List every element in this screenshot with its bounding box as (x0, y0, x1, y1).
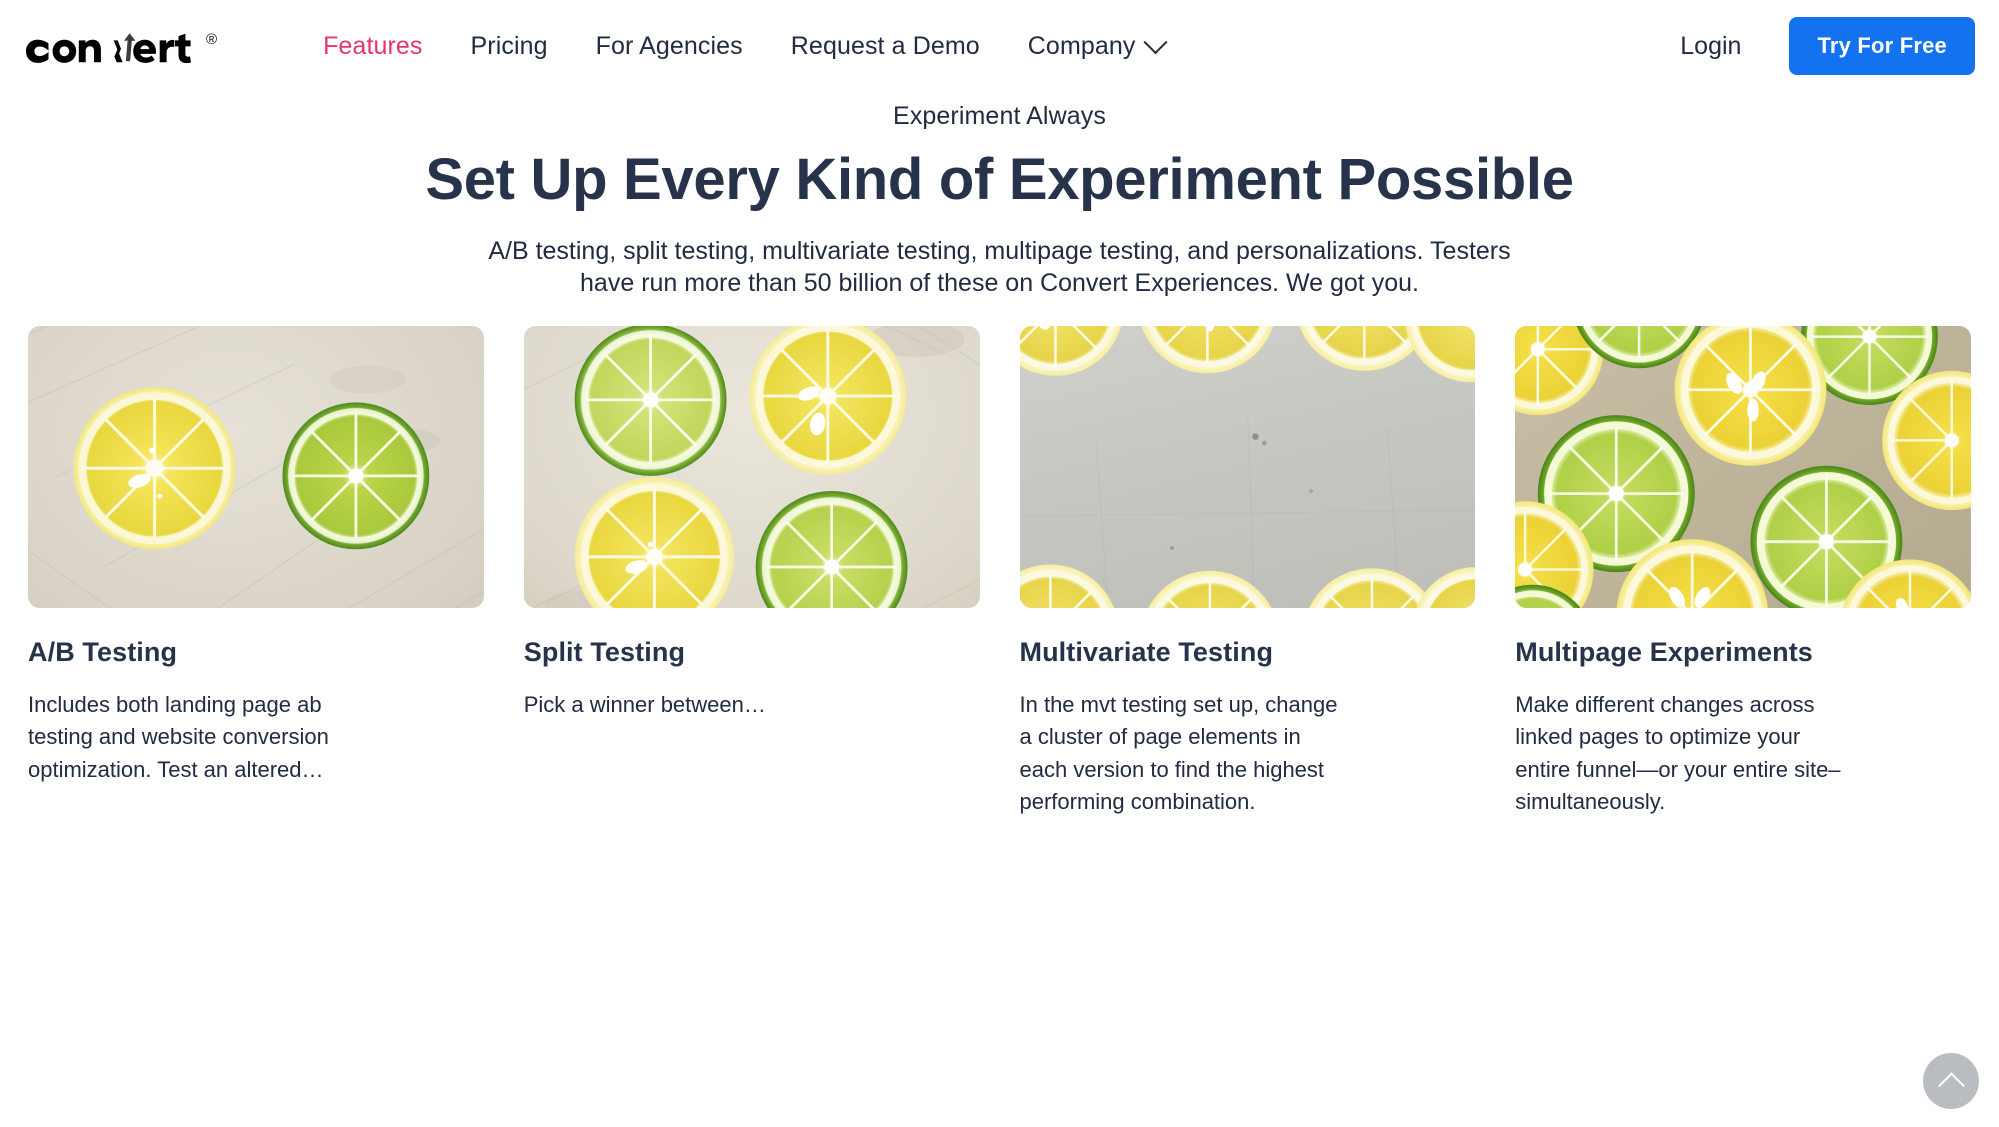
hero-section: Experiment Always Set Up Every Kind of E… (0, 92, 1999, 299)
card-multivariate-testing-image (1019, 326, 1476, 609)
card-split-testing-description: Pick a winner between… (523, 691, 766, 717)
nav-item-request-a-demo[interactable]: Request a Demo (767, 24, 1004, 69)
convert-wordmark-icon (26, 33, 191, 64)
card-split-testing-title: Split Testing (523, 637, 686, 668)
card-ab-testing-title: A/B Testing (28, 637, 178, 668)
scroll-to-top-button[interactable] (1923, 1053, 1979, 1109)
card-ab-testing-image (28, 326, 484, 609)
card-multivariate-testing[interactable]: Multivariate Testing In the mvt testing … (1019, 326, 1476, 819)
registered-trademark-symbol: ® (206, 31, 218, 48)
nav-item-features[interactable]: Features (299, 24, 446, 69)
header-actions: Login Try For Free (1654, 17, 1975, 75)
card-ab-testing[interactable]: A/B Testing Includes both landing page a… (28, 326, 484, 786)
card-ab-testing-description: Includes both landing page ab testing an… (28, 691, 329, 782)
lemon-slices-framing-image (1019, 326, 1476, 609)
card-split-testing[interactable]: Split Testing Pick a winner between… (523, 326, 980, 721)
nav-item-for-agencies[interactable]: For Agencies (572, 24, 767, 69)
card-multipage-experiments[interactable]: Multipage Experiments Make different cha… (1515, 326, 1971, 819)
lemon-and-lime-halves-image (28, 326, 484, 609)
chevron-down-icon (1143, 29, 1169, 54)
card-multivariate-testing-title: Multivariate Testing (1019, 637, 1274, 668)
citrus-mosaic-image (1515, 326, 1971, 609)
login-link[interactable]: Login (1654, 22, 1767, 71)
experiment-type-cards: A/B Testing Includes both landing page a… (0, 326, 1999, 819)
card-split-testing-image (523, 326, 980, 609)
nav-item-company[interactable]: Company (1004, 24, 1189, 69)
nav-item-for-agencies-label: For Agencies (595, 31, 743, 60)
nav-item-company-label: Company (1027, 31, 1136, 60)
page-title: Set Up Every Kind of Experiment Possible (425, 146, 1574, 212)
hero-eyebrow: Experiment Always (893, 102, 1106, 130)
site-header: ® Features Pricing For Agencies Request … (0, 0, 1999, 92)
chevron-up-icon (1937, 1071, 1965, 1099)
card-multipage-experiments-description: Make different changes across linked pag… (1515, 691, 1841, 815)
four-citrus-slices-image (523, 326, 980, 609)
nav-item-features-label: Features (323, 31, 423, 60)
nav-item-request-a-demo-label: Request a Demo (790, 31, 980, 60)
try-for-free-button[interactable]: Try For Free (1789, 17, 1975, 75)
hero-subtitle: A/B testing, split testing, multivariate… (488, 237, 1511, 298)
page-root: ® Features Pricing For Agencies Request … (0, 0, 1999, 1127)
convert-logo[interactable]: ® (26, 18, 217, 74)
card-multipage-experiments-title: Multipage Experiments (1515, 637, 1813, 668)
nav-item-pricing[interactable]: Pricing (447, 24, 572, 69)
card-multivariate-testing-description: In the mvt testing set up, change a clus… (1019, 691, 1338, 815)
primary-navigation: Features Pricing For Agencies Request a … (299, 24, 1654, 69)
card-multipage-experiments-image (1515, 326, 1971, 609)
nav-item-pricing-label: Pricing (470, 31, 548, 60)
